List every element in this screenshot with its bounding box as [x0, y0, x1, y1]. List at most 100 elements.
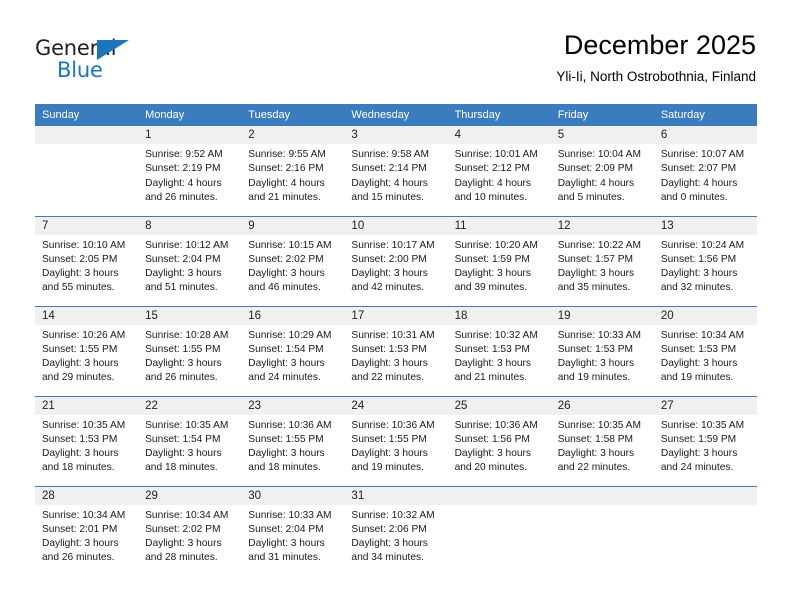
sunset-text: Sunset: 2:14 PM	[351, 163, 427, 175]
daylight-text-line1: Daylight: 3 hours	[248, 358, 325, 370]
daylight-text-line2: and 22 minutes.	[351, 372, 424, 384]
sunrise-text: Sunrise: 10:35 AM	[557, 419, 641, 431]
day-number: 30	[241, 486, 345, 505]
sunset-text: Sunset: 2:04 PM	[145, 253, 221, 265]
calendar-day-cell[interactable]: 31 Sunrise: 10:32 AM Sunset: 2:06 PM Daylig…	[344, 485, 448, 576]
calendar-day-cell[interactable]: 26 Sunrise: 10:35 AM Sunset: 1:58 PM Daylig…	[550, 395, 654, 486]
daylight-text-line2: and 32 minutes.	[660, 282, 734, 294]
day-details: Sunrise: 10:15 AM Sunset: 2:02 PM Daylight…	[241, 235, 344, 296]
calendar-day-cell[interactable]: 12 Sunrise: 10:22 AM Sunset: 1:57 PM Daylig…	[550, 215, 654, 306]
calendar-day-cell[interactable]: 16 Sunrise: 10:29 AM Sunset: 1:54 PM Daylig…	[241, 305, 345, 396]
sunset-text: Sunset: 1:53 PM	[557, 343, 634, 355]
calendar-day-cell[interactable]: 30 Sunrise: 10:33 AM Sunset: 2:04 PM Daylig…	[241, 485, 345, 576]
day-details: Sunrise: 10:01 AM Sunset: 2:12 PM Daylight…	[448, 144, 551, 205]
calendar-day-cell[interactable]: 27 Sunrise: 10:35 AM Sunset: 1:59 PM Daylig…	[653, 395, 757, 486]
calendar-day-cell[interactable]: 11 Sunrise: 10:20 AM Sunset: 1:59 PM Daylig…	[447, 215, 551, 306]
daylight-text-line1: Daylight: 3 hours	[660, 358, 738, 370]
day-number: 14	[35, 306, 139, 325]
calendar-day-cell[interactable]: 17 Sunrise: 10:31 AM Sunset: 1:53 PM Daylig…	[344, 305, 448, 396]
calendar-day-cell-empty	[35, 126, 139, 216]
calendar-week-row: 7 Sunrise: 10:10 AM Sunset: 2:05 PM Dayligh…	[35, 215, 757, 306]
daylight-text-line2: and 31 minutes.	[248, 552, 321, 564]
calendar-day-cell[interactable]: 24 Sunrise: 10:36 AM Sunset: 1:55 PM Daylig…	[344, 395, 448, 486]
sunset-text: Sunset: 2:04 PM	[248, 523, 324, 535]
day-number: 17	[344, 306, 448, 325]
calendar-day-cell[interactable]: 4 Sunrise: 10:01 AM Sunset: 2:12 PM Dayligh…	[447, 126, 551, 216]
daylight-text-line2: and 46 minutes.	[248, 282, 321, 294]
daylight-text-line2: and 39 minutes.	[454, 282, 528, 294]
day-details: Sunrise: 10:07 AM Sunset: 2:07 PM Daylight…	[654, 144, 757, 205]
daylight-text-line2: and 18 minutes.	[248, 462, 321, 474]
calendar-day-cell[interactable]: 23 Sunrise: 10:36 AM Sunset: 1:55 PM Daylig…	[241, 395, 345, 486]
day-details: Sunrise: 10:31 AM Sunset: 1:53 PM Daylight…	[344, 325, 447, 386]
sunset-text: Sunset: 2:16 PM	[248, 163, 324, 175]
title-block: December 2025 Yli-Ii, North Ostrobothnia…	[556, 28, 756, 85]
page-title: December 2025	[563, 30, 756, 60]
calendar-day-cell[interactable]: 10 Sunrise: 10:17 AM Sunset: 2:00 PM Daylig…	[344, 215, 448, 306]
sunset-text: Sunset: 2:05 PM	[42, 253, 118, 265]
calendar-day-cell[interactable]: 9 Sunrise: 10:15 AM Sunset: 2:02 PM Dayligh…	[241, 215, 345, 306]
calendar-day-cell[interactable]: 15 Sunrise: 10:28 AM Sunset: 1:55 PM Daylig…	[138, 305, 242, 396]
sunset-text: Sunset: 2:09 PM	[557, 163, 634, 175]
calendar-day-cell[interactable]: 22 Sunrise: 10:35 AM Sunset: 1:54 PM Daylig…	[138, 395, 242, 486]
calendar-grid: Sunday Monday Tuesday Wednesday Thursday…	[35, 104, 757, 576]
day-number: 6	[653, 126, 757, 144]
day-number: 28	[35, 486, 139, 505]
calendar-header-row: Sunday Monday Tuesday Wednesday Thursday…	[35, 104, 757, 126]
weekday-header-sunday: Sunday	[35, 104, 139, 126]
daylight-text-line1: Daylight: 4 hours	[660, 177, 738, 189]
calendar-day-cell[interactable]: 18 Sunrise: 10:32 AM Sunset: 1:53 PM Daylig…	[447, 305, 551, 396]
calendar-day-cell[interactable]: 19 Sunrise: 10:33 AM Sunset: 1:53 PM Daylig…	[550, 305, 654, 396]
sunset-text: Sunset: 2:01 PM	[42, 523, 118, 535]
daylight-text-line1: Daylight: 4 hours	[557, 177, 635, 189]
calendar-day-cell[interactable]: 29 Sunrise: 10:34 AM Sunset: 2:02 PM Daylig…	[138, 485, 242, 576]
sunset-text: Sunset: 1:53 PM	[42, 433, 118, 445]
day-details: Sunrise: 10:36 AM Sunset: 1:56 PM Daylight…	[448, 415, 551, 476]
daylight-text-line2: and 26 minutes.	[145, 372, 218, 384]
calendar-day-cell[interactable]: 7 Sunrise: 10:10 AM Sunset: 2:05 PM Dayligh…	[35, 215, 139, 306]
sunrise-text: Sunrise: 10:35 AM	[42, 419, 126, 431]
sunrise-text: Sunrise: 10:28 AM	[145, 329, 229, 341]
calendar-day-cell[interactable]: 5 Sunrise: 10:04 AM Sunset: 2:09 PM Dayligh…	[550, 126, 654, 216]
calendar-day-cell[interactable]: 14 Sunrise: 10:26 AM Sunset: 1:55 PM Daylig…	[35, 305, 139, 396]
sunrise-text: Sunrise: 10:34 AM	[660, 329, 745, 341]
daylight-text-line2: and 19 minutes.	[557, 372, 631, 384]
calendar-day-cell[interactable]: 21 Sunrise: 10:35 AM Sunset: 1:53 PM Daylig…	[35, 395, 139, 486]
calendar-day-cell[interactable]: 13 Sunrise: 10:24 AM Sunset: 1:56 PM Daylig…	[653, 215, 757, 306]
calendar-day-cell[interactable]: 25 Sunrise: 10:36 AM Sunset: 1:56 PM Daylig…	[447, 395, 551, 486]
daylight-text-line2: and 26 minutes.	[145, 191, 218, 203]
day-details: Sunrise: 10:26 AM Sunset: 1:55 PM Daylight…	[35, 325, 138, 386]
day-number: 10	[344, 216, 448, 235]
calendar-body: 1 Sunrise: 9:52 AM Sunset: 2:19 PM Daylight…	[35, 126, 757, 576]
sunrise-text: Sunrise: 10:33 AM	[557, 329, 641, 341]
day-number: 4	[447, 126, 551, 144]
daylight-text-line1: Daylight: 3 hours	[145, 358, 222, 370]
calendar-day-cell[interactable]: 28 Sunrise: 10:34 AM Sunset: 2:01 PM Daylig…	[35, 485, 139, 576]
sunset-text: Sunset: 2:19 PM	[145, 163, 221, 175]
sunrise-text: Sunrise: 10:26 AM	[42, 329, 126, 341]
sunrise-text: Sunrise: 9:58 AM	[351, 149, 430, 160]
calendar-day-cell-empty	[447, 485, 551, 576]
day-details: Sunrise: 10:36 AM Sunset: 1:55 PM Daylight…	[241, 415, 344, 476]
day-number	[35, 126, 139, 144]
calendar-day-cell[interactable]: 8 Sunrise: 10:12 AM Sunset: 2:04 PM Dayligh…	[138, 215, 242, 306]
calendar-day-cell[interactable]: 1 Sunrise: 9:52 AM Sunset: 2:19 PM Daylight…	[138, 126, 242, 216]
day-details: Sunrise: 10:22 AM Sunset: 1:57 PM Daylight…	[551, 235, 654, 296]
calendar-day-cell[interactable]: 2 Sunrise: 9:55 AM Sunset: 2:16 PM Daylight…	[241, 126, 345, 216]
calendar-day-cell-empty	[550, 485, 654, 576]
calendar-day-cell[interactable]: 3 Sunrise: 9:58 AM Sunset: 2:14 PM Daylight…	[344, 126, 448, 216]
daylight-text-line1: Daylight: 3 hours	[351, 358, 428, 370]
day-number: 7	[35, 216, 139, 235]
general-blue-logo[interactable]: General Blue	[35, 36, 155, 84]
sunrise-text: Sunrise: 10:24 AM	[660, 239, 745, 251]
sunset-text: Sunset: 1:59 PM	[660, 433, 737, 445]
calendar-day-cell[interactable]: 20 Sunrise: 10:34 AM Sunset: 1:53 PM Daylig…	[653, 305, 757, 396]
sunrise-text: Sunrise: 10:04 AM	[557, 149, 641, 160]
sunrise-text: Sunrise: 10:36 AM	[248, 419, 332, 431]
sunrise-text: Sunrise: 10:32 AM	[351, 509, 435, 521]
sunrise-text: Sunrise: 10:01 AM	[454, 149, 538, 160]
day-number: 8	[138, 216, 242, 235]
calendar-day-cell[interactable]: 6 Sunrise: 10:07 AM Sunset: 2:07 PM Dayligh…	[653, 126, 757, 216]
daylight-text-line1: Daylight: 3 hours	[454, 268, 532, 280]
day-details: Sunrise: 10:32 AM Sunset: 1:53 PM Daylight…	[448, 325, 551, 386]
